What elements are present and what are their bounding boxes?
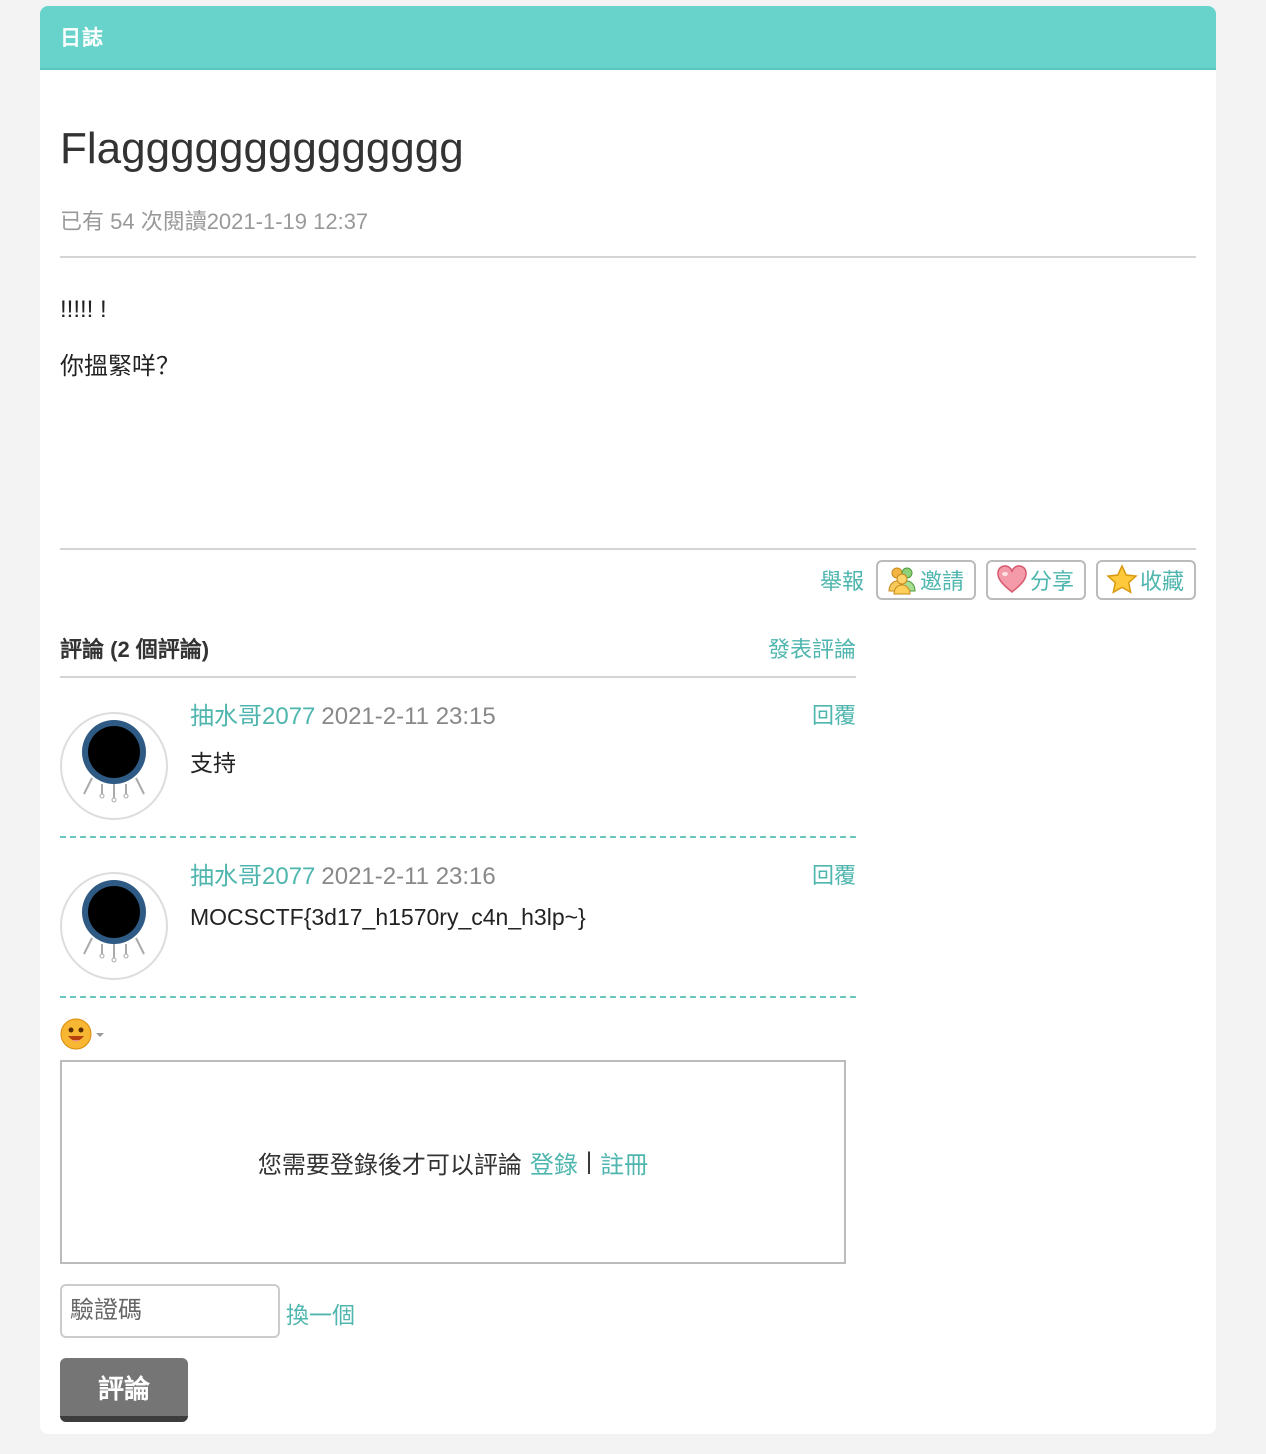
- comment-time: 2021-2-11 23:16: [321, 863, 496, 890]
- refresh-captcha-link[interactable]: 換一個: [286, 1296, 355, 1330]
- reply-link[interactable]: 回覆: [812, 698, 856, 730]
- post-body-line: !!!!! !: [60, 296, 107, 323]
- comment-editor[interactable]: 您需要登錄後才可以評論 登錄 | 註冊: [60, 1060, 846, 1264]
- login-prompt: 您需要登錄後才可以評論: [257, 1151, 522, 1179]
- divider: [60, 256, 1196, 258]
- invite-button[interactable]: 邀請: [875, 560, 976, 600]
- comment-author[interactable]: 抽水哥2077: [190, 703, 315, 730]
- comment-item: 抽水哥2077 2021-2-11 23:16 回覆 MOCSCTF{3d17_h…: [60, 838, 856, 998]
- report-link[interactable]: 舉報: [820, 564, 864, 596]
- chevron-down-icon: [96, 1033, 104, 1037]
- favorite-label: 收藏: [1139, 569, 1184, 594]
- panel-title: 日誌: [60, 27, 104, 50]
- comment-text: 支持: [190, 750, 236, 776]
- panel-header: 日誌: [40, 6, 1216, 70]
- post-title: Flagggggggggggggg: [60, 124, 464, 173]
- avatar[interactable]: [60, 872, 168, 980]
- comment-item: 抽水哥2077 2021-2-11 23:15 回覆 支持: [60, 678, 856, 838]
- register-link[interactable]: 註冊: [600, 1145, 648, 1180]
- submit-comment-button[interactable]: 評論: [60, 1358, 188, 1422]
- divider: [60, 548, 1196, 550]
- blog-panel: 日誌 Flagggggggggggggg 已有 54 次閱讀2021-1-19 …: [40, 6, 1216, 1434]
- share-label: 分享: [1029, 569, 1074, 594]
- comment-meta: 抽水哥2077 2021-2-11 23:15: [190, 696, 496, 731]
- heart-icon: [997, 565, 1027, 593]
- share-button[interactable]: 分享: [985, 560, 1086, 600]
- post-body-line: 你搵緊咩？: [60, 353, 180, 380]
- login-link[interactable]: 登錄: [530, 1145, 578, 1180]
- avatar[interactable]: [60, 712, 168, 820]
- post-meta: 已有 54 次閱讀2021-1-19 12:37: [60, 209, 369, 234]
- star-icon: [1106, 564, 1138, 594]
- smiley-icon: [60, 1018, 92, 1050]
- invite-label: 邀請: [919, 569, 964, 594]
- favorite-button[interactable]: 收藏: [1095, 560, 1196, 600]
- comment-text: MOCSCTF{3d17_h1570ry_c4n_h3lp~}: [190, 904, 586, 930]
- comments-count: 評論 (2 個評論): [60, 637, 210, 662]
- comment-time: 2021-2-11 23:15: [321, 703, 496, 730]
- reply-link[interactable]: 回覆: [812, 858, 856, 890]
- separator: |: [585, 1148, 593, 1175]
- captcha-input[interactable]: [60, 1284, 280, 1338]
- avatar-image: [82, 720, 146, 803]
- comment-meta: 抽水哥2077 2021-2-11 23:16: [190, 856, 496, 891]
- comment-author[interactable]: 抽水哥2077: [190, 863, 315, 890]
- users-icon: [888, 567, 916, 595]
- post-comment-link[interactable]: 發表評論: [768, 632, 856, 664]
- comments-header: 評論 (2 個評論) 發表評論: [60, 632, 856, 678]
- emoji-picker[interactable]: [60, 1018, 106, 1052]
- post-actions: 舉報 邀請 分享 收藏: [820, 560, 1196, 600]
- avatar-image: [82, 880, 146, 963]
